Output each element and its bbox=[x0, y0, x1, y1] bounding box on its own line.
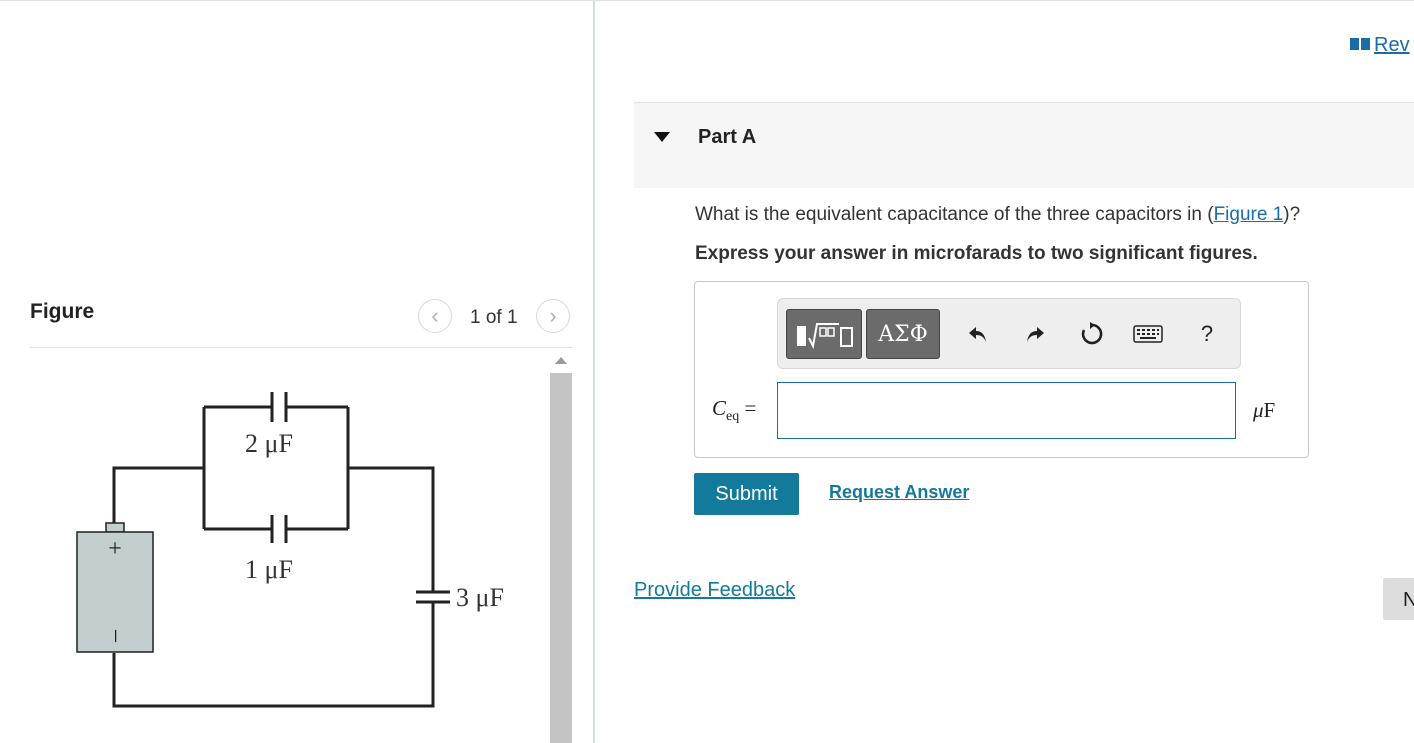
keyboard-icon[interactable] bbox=[1132, 318, 1164, 350]
scrollbar-thumb[interactable] bbox=[550, 373, 572, 743]
undo-icon[interactable] bbox=[962, 318, 994, 350]
math-templates-icon bbox=[797, 323, 853, 350]
figure-scrollbar[interactable] bbox=[550, 351, 572, 743]
battery-minus-label: − bbox=[101, 629, 130, 644]
math-templates-button[interactable] bbox=[786, 309, 862, 359]
previous-figure-button[interactable]: ‹ bbox=[418, 299, 452, 333]
circuit-diagram: + − 2 μF 1 μF 3 μF bbox=[76, 392, 504, 708]
capacitor-1uf-label: 1 μF bbox=[245, 555, 293, 584]
battery-terminal bbox=[105, 522, 125, 533]
figure-divider bbox=[30, 347, 572, 348]
answer-unit: μF bbox=[1253, 398, 1276, 422]
review-link[interactable]: Rev bbox=[1350, 34, 1410, 57]
redo-icon[interactable] bbox=[1019, 318, 1051, 350]
reset-icon[interactable] bbox=[1076, 318, 1108, 350]
provide-feedback-link[interactable]: Provide Feedback bbox=[634, 579, 795, 602]
top-border bbox=[0, 0, 1414, 1]
scroll-up-arrow-icon[interactable] bbox=[555, 357, 567, 364]
figure-heading: Figure bbox=[30, 300, 95, 323]
answer-variable-label: Ceq = bbox=[712, 396, 757, 425]
greek-symbols-button[interactable]: ΑΣΦ bbox=[866, 309, 940, 359]
submit-button[interactable]: Submit bbox=[694, 473, 799, 515]
instruction-text: Express your answer in microfarads to tw… bbox=[695, 243, 1258, 264]
collapse-triangle-icon[interactable] bbox=[654, 132, 670, 142]
capacitor-2uf-label: 2 μF bbox=[245, 429, 293, 458]
request-answer-link[interactable]: Request Answer bbox=[829, 482, 969, 503]
review-label: Rev bbox=[1374, 34, 1410, 56]
chevron-left-icon: ‹ bbox=[431, 303, 439, 328]
answer-input[interactable] bbox=[777, 382, 1236, 439]
capacitor-3uf-label: 3 μF bbox=[456, 583, 504, 612]
chevron-right-icon: › bbox=[549, 303, 557, 328]
help-button[interactable]: ? bbox=[1191, 318, 1223, 350]
next-button[interactable]: N bbox=[1383, 578, 1414, 620]
panel-divider bbox=[593, 0, 595, 743]
figure-link[interactable]: Figure 1 bbox=[1214, 204, 1284, 225]
battery-plus-label: + bbox=[108, 536, 122, 562]
question-text: What is the equivalent capacitance of th… bbox=[695, 204, 1301, 225]
figure-pager-text: 1 of 1 bbox=[470, 307, 518, 328]
next-figure-button[interactable]: › bbox=[536, 299, 570, 333]
part-title: Part A bbox=[698, 126, 757, 148]
book-icon bbox=[1350, 38, 1370, 50]
